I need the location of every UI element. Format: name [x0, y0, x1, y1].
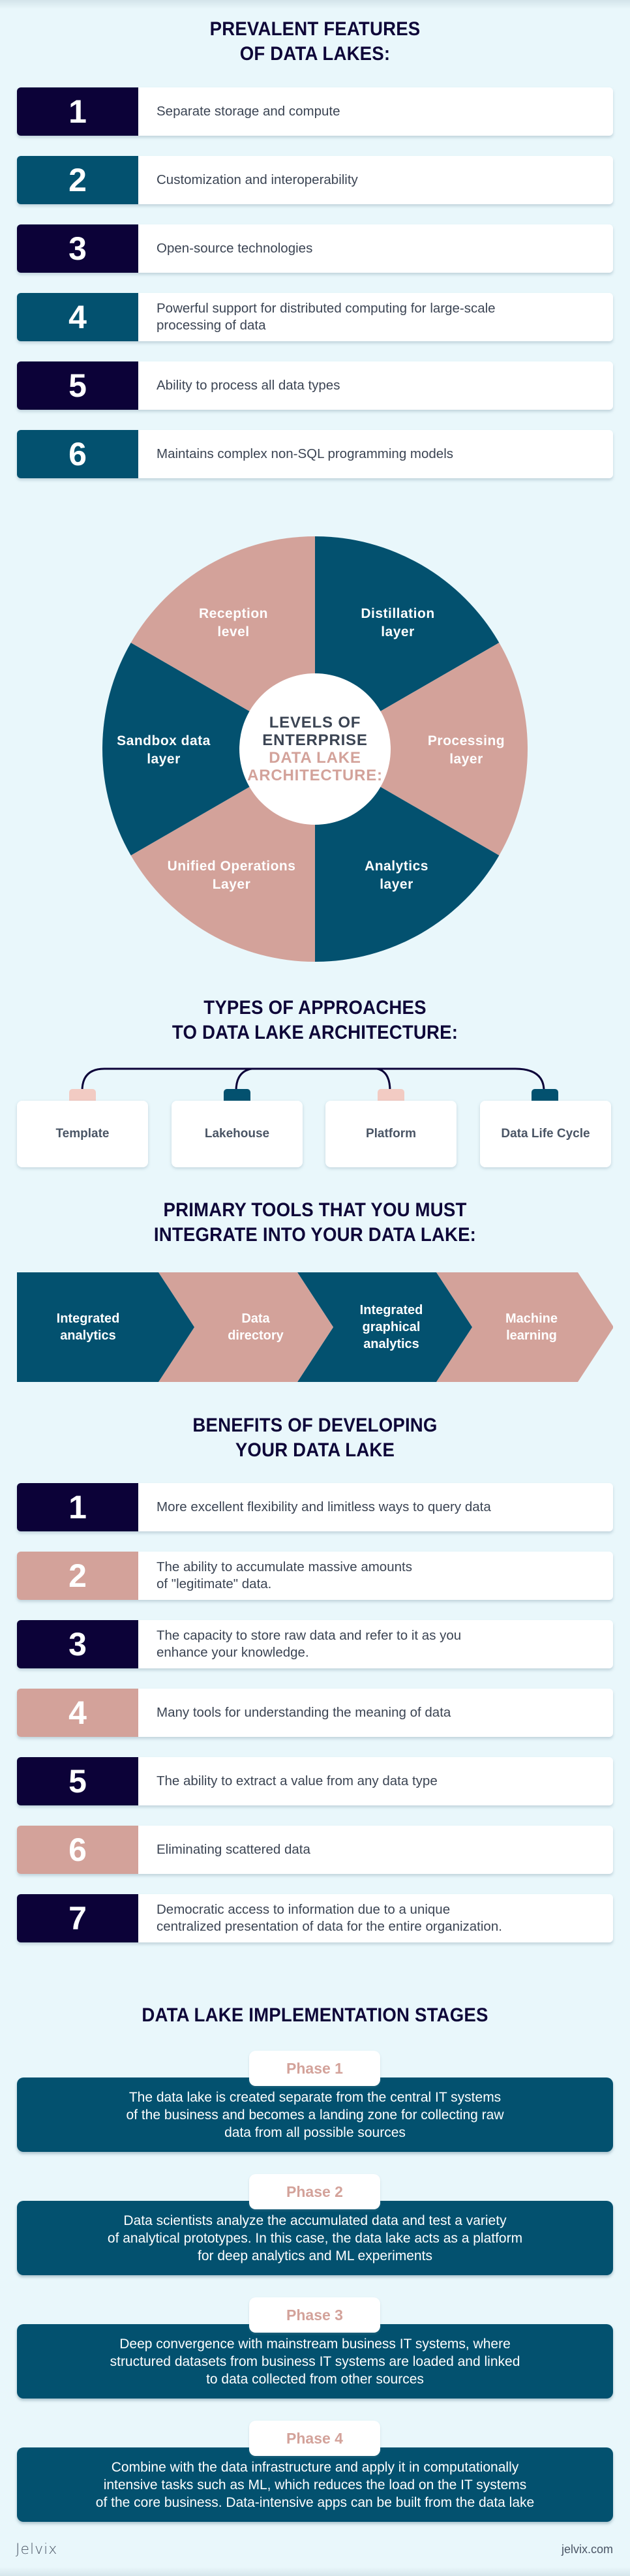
benefit-text: More excellent flexibility and limitless…: [157, 1499, 491, 1514]
benefit-number-badge: 4: [17, 1689, 138, 1737]
tools-title-line-1: PRIMARY TOOLS THAT YOU MUST: [163, 1199, 467, 1221]
feature-number-badge: 6: [17, 430, 138, 478]
wheel-center-line: LEVELS OF: [269, 714, 361, 731]
feature-number-badge: 5: [17, 361, 138, 410]
phase-description: Deep convergence with mainstream busines…: [17, 2324, 613, 2399]
footer-website-link[interactable]: jelvix.com: [562, 2543, 613, 2556]
approach-tab-marker: [69, 1089, 96, 1102]
tools-chevron-flow: Integrated analytics Data directory Inte…: [17, 1272, 613, 1382]
feature-row: 4 Powerful support for distributed compu…: [17, 293, 613, 341]
wheel-segment-label: Unified Operations Layer: [167, 859, 296, 892]
approaches-title-line-2: TO DATA LAKE ARCHITECTURE:: [172, 1022, 458, 1043]
connector-line: [376, 1067, 391, 1092]
benefit-row: 3 The capacity to store raw data and ref…: [17, 1620, 613, 1668]
wheel-segment-label: Analytics layer: [365, 859, 428, 892]
approach-tab-marker: [532, 1089, 558, 1102]
benefit-number-badge: 6: [17, 1826, 138, 1874]
feature-row: 1 Separate storage and compute: [17, 87, 613, 136]
wheel-center-title: LEVELS OF ENTERPRISE DATA LAKE ARCHITECT…: [247, 714, 383, 784]
approaches-title: TYPES OF APPROACHES TO DATA LAKE ARCHITE…: [25, 996, 605, 1045]
wheel-segment-label: Distillation layer: [361, 606, 435, 639]
approach-card-lakehouse: Lakehouse: [172, 1101, 303, 1167]
benefit-text: The capacity to store raw data and refer…: [157, 1628, 462, 1660]
feature-text: Open-source technologies: [157, 241, 313, 256]
feature-text: Customization and interoperability: [157, 172, 358, 187]
wheel-segment-label: Processing layer: [427, 733, 505, 767]
benefits-title-line-1: BENEFITS OF DEVELOPING: [192, 1415, 438, 1436]
benefit-row: 7 Democratic access to information due t…: [17, 1894, 613, 1942]
feature-text: Separate storage and compute: [157, 104, 340, 119]
tool-label: Integrated analytics: [56, 1311, 120, 1343]
wheel-segment-label: Reception level: [198, 606, 269, 639]
features-title: PREVALENT FEATURES OF DATA LAKES:: [25, 17, 605, 67]
approach-card-platform: Platform: [325, 1101, 457, 1167]
jelvix-logo: Jelvix: [16, 2541, 58, 2558]
wheel-center-line-accent: DATA LAKE: [269, 749, 361, 767]
benefits-title: BENEFITS OF DEVELOPING YOUR DATA LAKE: [25, 1413, 605, 1463]
phase-label: Phase 2: [249, 2174, 380, 2209]
phase-card: Combine with the data infrastructure and…: [17, 2421, 613, 2525]
tool-label: Integrated graphical analytics: [359, 1303, 423, 1351]
feature-row: 2 Customization and interoperability: [17, 156, 613, 204]
tools-title-line-2: INTEGRATE INTO YOUR DATA LAKE:: [153, 1224, 477, 1246]
benefit-text: Eliminating scattered data: [157, 1842, 310, 1857]
phase-label: Phase 1: [249, 2051, 380, 2086]
feature-text: Ability to process all data types: [157, 378, 340, 393]
benefit-row: 5 The ability to extract a value from an…: [17, 1757, 613, 1805]
wheel-center-line-accent: ARCHITECTURE:: [247, 767, 383, 784]
wheel-center-line: ENTERPRISE: [262, 731, 368, 749]
benefit-text: Many tools for understanding the meaning…: [157, 1705, 451, 1720]
phase-label: Phase 4: [249, 2421, 380, 2456]
top-edge-shadow: [0, 0, 630, 9]
benefit-number-badge: 1: [17, 1483, 138, 1531]
benefit-row: 1 More excellent flexibility and limitle…: [17, 1483, 613, 1531]
features-title-line-2: OF DATA LAKES:: [239, 43, 391, 65]
phase-label: Phase 3: [249, 2297, 380, 2333]
benefit-number-badge: 3: [17, 1620, 138, 1668]
stages-title-line: DATA LAKE IMPLEMENTATION STAGES: [142, 2004, 488, 2026]
feature-number-badge: 4: [17, 293, 138, 341]
benefit-text: Democratic access to information due to …: [157, 1902, 502, 1934]
approach-card-template: Template: [17, 1101, 148, 1167]
approach-tab-marker: [378, 1089, 404, 1102]
feature-text: Maintains complex non-SQL programming mo…: [157, 446, 453, 461]
feature-row: 6 Maintains complex non-SQL programming …: [17, 430, 613, 478]
benefit-number-badge: 5: [17, 1757, 138, 1805]
phase-description: Data scientists analyze the accumulated …: [17, 2201, 613, 2275]
tools-title: PRIMARY TOOLS THAT YOU MUST INTEGRATE IN…: [25, 1198, 605, 1248]
feature-number-badge: 2: [17, 156, 138, 204]
approach-tab-marker: [224, 1089, 250, 1102]
wheel-segment-label: Sandbox data layer: [117, 733, 211, 767]
feature-text: Powerful support for distributed computi…: [157, 301, 496, 333]
features-list: 1 Separate storage and compute 2 Customi…: [17, 87, 613, 498]
connector-line: [81, 1067, 545, 1092]
tool-label: Machine learning: [505, 1311, 558, 1343]
feature-row: 3 Open-source technologies: [17, 224, 613, 273]
benefit-row: 2 The ability to accumulate massive amou…: [17, 1552, 613, 1600]
approaches-title-line-1: TYPES OF APPROACHES: [203, 997, 427, 1019]
feature-number-badge: 1: [17, 87, 138, 136]
phase-card: Deep convergence with mainstream busines…: [17, 2297, 613, 2402]
benefit-row: 4 Many tools for understanding the meani…: [17, 1689, 613, 1737]
features-title-line-1: PREVALENT FEATURES: [209, 18, 421, 40]
benefit-text: The ability to extract a value from any …: [157, 1773, 438, 1788]
phase-card: Data scientists analyze the accumulated …: [17, 2174, 613, 2278]
connector-line: [235, 1067, 252, 1092]
benefits-list: 1 More excellent flexibility and limitle…: [17, 1483, 613, 1963]
bottom-edge-shadow: [0, 2567, 630, 2576]
phase-description: Combine with the data infrastructure and…: [17, 2447, 613, 2522]
architecture-wheel: Distillation layer Processing layer Anal…: [101, 535, 529, 963]
feature-row: 5 Ability to process all data types: [17, 361, 613, 410]
tool-label: Data directory: [228, 1311, 284, 1343]
phase-card: The data lake is created separate from t…: [17, 2051, 613, 2155]
benefit-number-badge: 7: [17, 1894, 138, 1942]
stages-title: DATA LAKE IMPLEMENTATION STAGES: [25, 2003, 605, 2028]
phase-description: The data lake is created separate from t…: [17, 2078, 613, 2152]
benefits-title-line-2: YOUR DATA LAKE: [235, 1439, 395, 1461]
feature-number-badge: 3: [17, 224, 138, 273]
benefit-text: The ability to accumulate massive amount…: [157, 1559, 412, 1591]
approach-card-data-life-cycle: Data Life Cycle: [480, 1101, 611, 1167]
benefit-row: 6 Eliminating scattered data: [17, 1826, 613, 1874]
benefit-number-badge: 2: [17, 1552, 138, 1600]
